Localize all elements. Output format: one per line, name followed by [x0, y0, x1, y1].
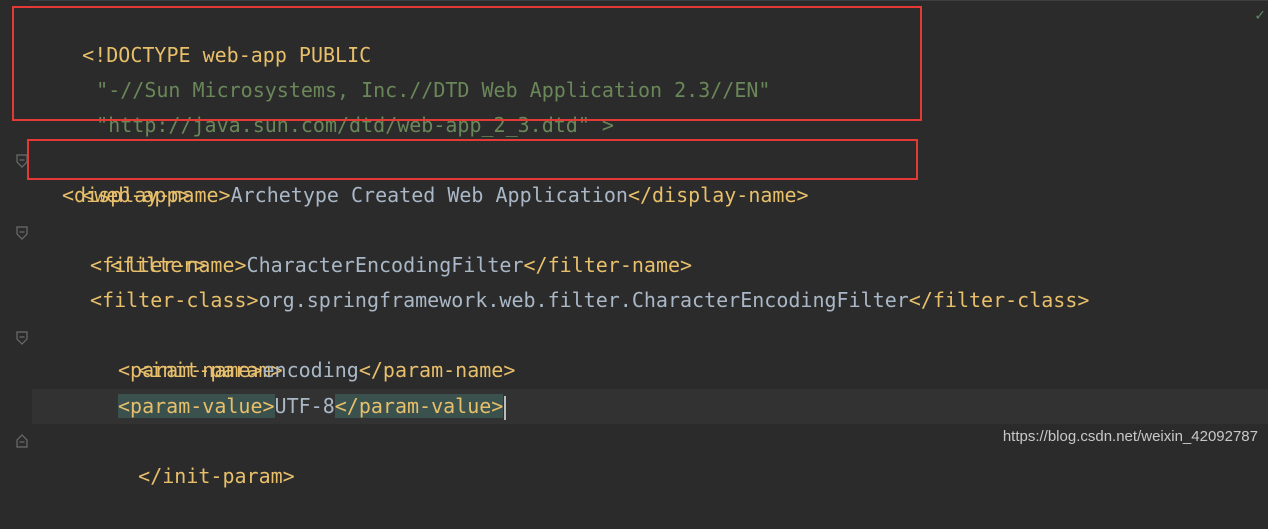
display-name-open-tag: <display-name> [62, 183, 231, 207]
code-line-filter-name[interactable]: <filter-name>CharacterEncodingFilter</fi… [90, 248, 692, 283]
text-caret [504, 395, 507, 420]
display-name-close-tag: </display-name> [627, 183, 809, 207]
checkmark-icon: ✓ [1254, 8, 1266, 24]
code-line-param-value[interactable]: <param-value>UTF-8</param-value> [118, 389, 507, 424]
param-value-value: UTF-8 [274, 394, 335, 418]
param-name-value: encoding [262, 358, 359, 382]
code-line-init-param-close[interactable]: </init-param> [90, 424, 295, 488]
code-line-display-name[interactable]: <display-name>Archetype Created Web Appl… [62, 178, 809, 213]
filter-name-value: CharacterEncodingFilter [246, 253, 524, 277]
filter-name-close-tag: </filter-name> [523, 253, 693, 277]
fold-marker-icon[interactable] [15, 331, 29, 345]
param-name-close-tag: </param-name> [358, 358, 516, 382]
doctype-highlight-box [12, 6, 922, 121]
filter-name-open-tag: <filter-name> [90, 253, 247, 277]
editor-top-border [0, 0, 1268, 1]
filter-class-close-tag: </filter-class> [908, 288, 1090, 312]
display-name-value: Archetype Created Web Application [230, 183, 628, 207]
code-editor[interactable]: ✓ <!DOCTYPE web-app PUBLIC "-//Sun Micro… [0, 0, 1268, 488]
param-value-open-tag: <param-value> [118, 394, 275, 418]
param-name-open-tag: <param-name> [118, 358, 263, 382]
code-line-param-name[interactable]: <param-name>encoding</param-name> [118, 353, 515, 388]
fold-marker-icon[interactable] [15, 434, 29, 448]
watermark-text: https://blog.csdn.net/weixin_42092787 [1002, 428, 1258, 445]
fold-marker-icon[interactable] [15, 226, 29, 240]
code-line-init-param-open[interactable]: <init-param> [90, 318, 283, 382]
filter-class-open-tag: <filter-class> [90, 288, 259, 312]
param-value-close-tag: </param-value> [334, 394, 504, 418]
web-app-highlight-box [27, 139, 918, 180]
filter-class-value: org.springframework.web.filter.Character… [258, 288, 909, 312]
init-param-close-tag: </init-param> [138, 464, 295, 488]
code-line-filter-open[interactable]: <filter> [62, 213, 206, 277]
code-line-filter-class[interactable]: <filter-class>org.springframework.web.fi… [90, 283, 1089, 318]
